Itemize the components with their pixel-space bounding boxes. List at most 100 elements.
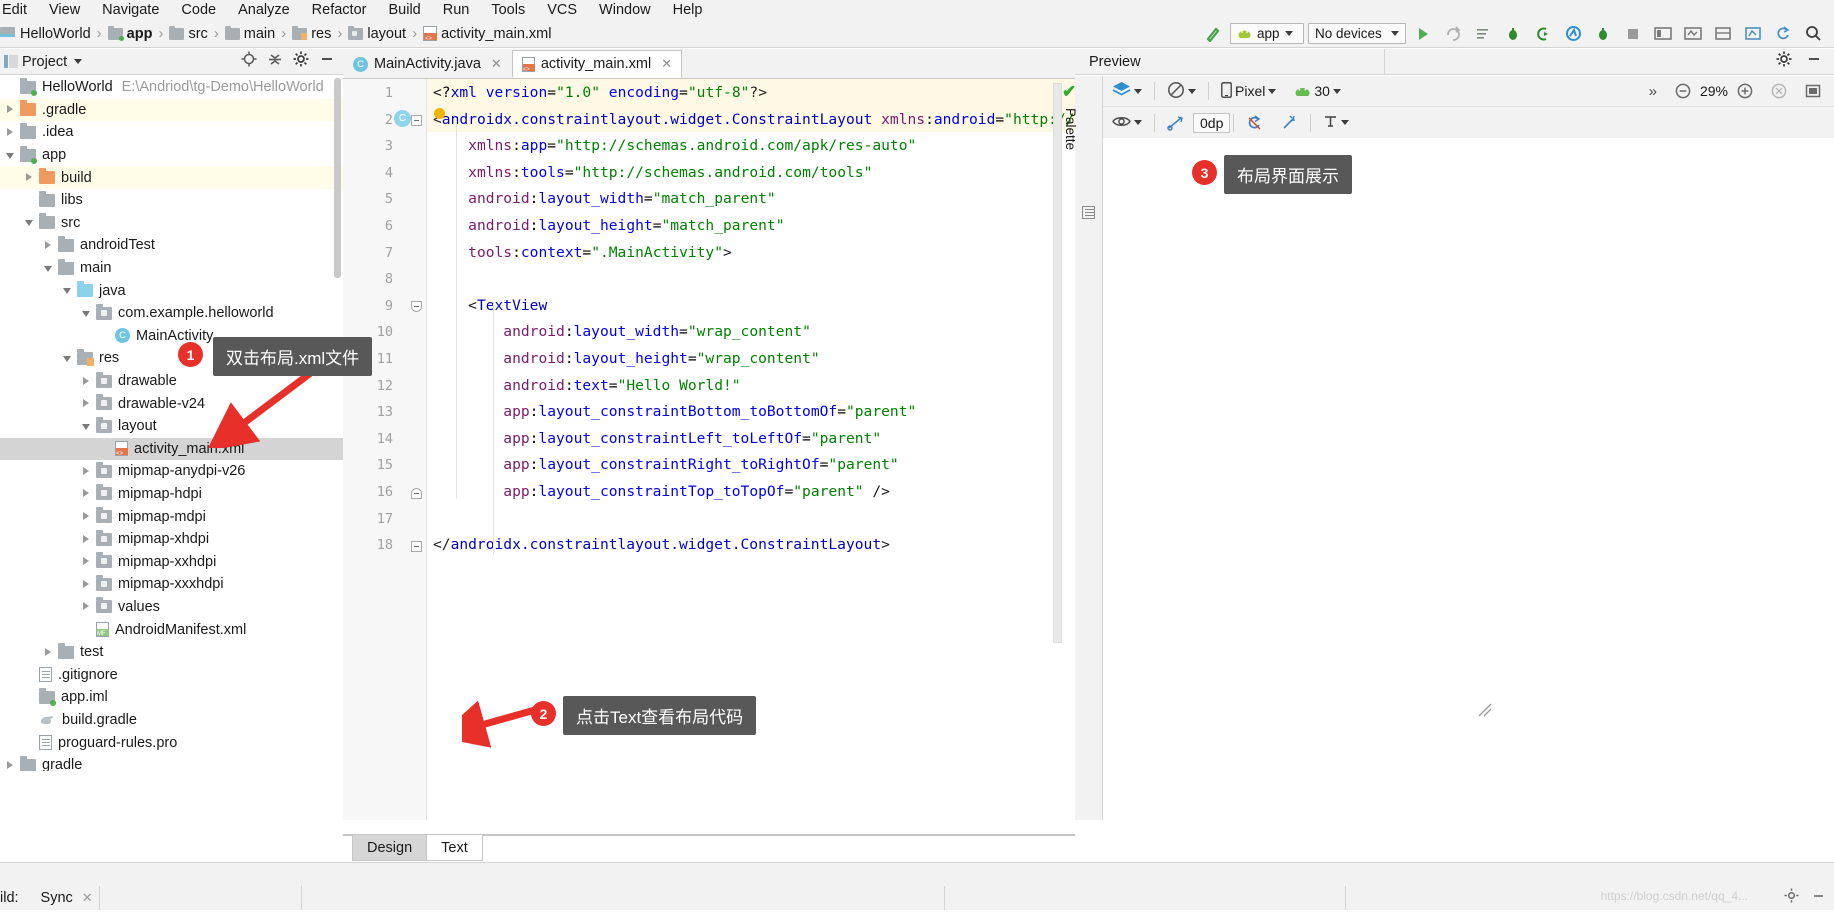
- api-level-selector[interactable]: 30: [1285, 83, 1350, 99]
- collapse-all-icon[interactable]: [267, 51, 283, 72]
- code-line[interactable]: android:layout_height="wrap_content": [433, 346, 819, 373]
- chevron-right-icon[interactable]: [6, 760, 15, 770]
- chevron-right-icon[interactable]: [44, 240, 53, 250]
- tab-design[interactable]: Design: [352, 835, 428, 861]
- chevron-down-icon[interactable]: [74, 59, 83, 64]
- design-mode-selector[interactable]: [1103, 81, 1151, 101]
- code-line[interactable]: <TextView: [433, 293, 547, 320]
- tree-item-app[interactable]: app: [0, 144, 343, 167]
- tree-item-app-iml[interactable]: app.iml: [0, 686, 343, 709]
- tree-item-libs[interactable]: libs: [0, 189, 343, 212]
- sdk-tools-icon[interactable]: [1680, 22, 1706, 46]
- orientation-selector[interactable]: [1158, 81, 1205, 102]
- code-line[interactable]: xmlns:tools="http://schemas.android.com/…: [433, 160, 872, 187]
- visibility-selector[interactable]: [1103, 115, 1151, 131]
- chevron-down-icon[interactable]: [6, 151, 15, 160]
- tree-item-mipmap-xhdpi[interactable]: mipmap-xhdpi: [0, 528, 343, 551]
- menu-item-tools[interactable]: Tools: [480, 0, 536, 20]
- preview-canvas[interactable]: Hello World!: [1103, 138, 1834, 820]
- chevron-right-icon[interactable]: [82, 399, 91, 408]
- menu-item-view[interactable]: View: [38, 0, 91, 20]
- chevron-right-icon[interactable]: [82, 557, 91, 566]
- editor-tab-mainactivity-java[interactable]: C MainActivity.java ✕: [343, 50, 512, 78]
- zoom-fit-icon[interactable]: [1762, 83, 1796, 99]
- zoom-out-icon[interactable]: [1666, 83, 1700, 99]
- tree-item--gitignore[interactable]: .gitignore: [0, 663, 343, 686]
- menu-item-analyze[interactable]: Analyze: [227, 0, 301, 20]
- code-line[interactable]: xmlns:app="http://schemas.android.com/ap…: [433, 133, 916, 160]
- code-line[interactable]: app:layout_constraintBottom_toBottomOf="…: [433, 399, 916, 426]
- palette-strip[interactable]: Palette: [1063, 76, 1103, 820]
- project-scrollbar[interactable]: [334, 78, 341, 278]
- tree-item-com-example-helloworld[interactable]: com.example.helloworld: [0, 302, 343, 325]
- debug-icon[interactable]: [1500, 22, 1526, 46]
- sync-tab[interactable]: Sync ✕: [19, 890, 93, 906]
- code-line[interactable]: android:layout_width="wrap_content": [433, 319, 811, 346]
- menu-item-refactor[interactable]: Refactor: [301, 0, 378, 20]
- hide-icon[interactable]: [1806, 51, 1822, 72]
- avd-manager-icon[interactable]: [1650, 22, 1676, 46]
- menu-item-vcs[interactable]: VCS: [536, 0, 588, 20]
- breadcrumb-item-activity-main-xml[interactable]: activity_main.xml: [423, 26, 551, 42]
- attach-debugger-icon[interactable]: [1530, 22, 1556, 46]
- tree-item-build-gradle[interactable]: build.gradle: [0, 709, 343, 732]
- chevron-right-icon[interactable]: [82, 602, 91, 611]
- code-line[interactable]: <androidx.constraintlayout.widget.Constr…: [433, 107, 1110, 134]
- chevron-right-icon[interactable]: [6, 105, 15, 114]
- apply-changes-icon[interactable]: [1440, 22, 1466, 46]
- tree-item-androidmanifest-xml[interactable]: AndroidManifest.xml: [0, 618, 343, 641]
- gear-icon[interactable]: [1776, 51, 1792, 72]
- menu-item-edit[interactable]: Edit: [2, 0, 38, 20]
- tree-item-build[interactable]: build: [0, 166, 343, 189]
- align-selector[interactable]: [1314, 114, 1358, 132]
- gear-icon[interactable]: [1784, 888, 1799, 908]
- tree-item-androidtest[interactable]: androidTest: [0, 234, 343, 257]
- code-line[interactable]: tools:context=".MainActivity">: [433, 240, 732, 267]
- chevron-right-icon[interactable]: [44, 647, 53, 657]
- intention-bulb-icon[interactable]: [434, 108, 445, 119]
- breadcrumb-item-src[interactable]: src: [169, 25, 208, 42]
- chevron-right-icon[interactable]: [6, 127, 15, 137]
- tree-item-gradle[interactable]: gradle: [0, 754, 343, 771]
- chevron-down-icon[interactable]: [25, 218, 34, 227]
- fold-marker-icon[interactable]: [411, 115, 422, 126]
- chevron-right-icon[interactable]: [25, 173, 34, 182]
- profiler-icon[interactable]: [1560, 22, 1586, 46]
- tree-item-helloworld[interactable]: HelloWorld E:\Andriod\tg-Demo\HelloWorld: [0, 76, 343, 99]
- hide-icon[interactable]: [1811, 888, 1826, 908]
- hide-icon[interactable]: [319, 51, 335, 72]
- menu-item-code[interactable]: Code: [170, 0, 227, 20]
- close-icon[interactable]: ✕: [661, 56, 672, 72]
- hammer-icon[interactable]: [1200, 22, 1226, 46]
- zoom-actual-icon[interactable]: [1796, 83, 1834, 99]
- code-line[interactable]: </androidx.constraintlayout.widget.Const…: [433, 532, 890, 559]
- chevron-right-icon[interactable]: [82, 376, 91, 386]
- menu-item-build[interactable]: Build: [377, 0, 431, 20]
- margin-value[interactable]: 0dp: [1193, 112, 1231, 133]
- chevron-right-icon[interactable]: [82, 579, 91, 589]
- overflow-icon[interactable]: »: [1640, 83, 1666, 100]
- tree-item-mipmap-xxhdpi[interactable]: mipmap-xxhdpi: [0, 550, 343, 573]
- tree-item-java[interactable]: java: [0, 279, 343, 302]
- chevron-down-icon[interactable]: [82, 309, 91, 318]
- menu-item-navigate[interactable]: Navigate: [91, 0, 170, 20]
- project-structure-icon[interactable]: [1740, 22, 1766, 46]
- code-line[interactable]: app:layout_constraintRight_toRightOf="pa…: [433, 452, 898, 479]
- code-line[interactable]: app:layout_constraintLeft_toLeftOf="pare…: [433, 426, 881, 453]
- close-icon[interactable]: ✕: [491, 56, 502, 72]
- code-line[interactable]: <?xml version="1.0" encoding="utf-8"?>: [433, 80, 767, 107]
- apply-code-changes-icon[interactable]: [1470, 22, 1496, 46]
- tree-item-mipmap-xxxhdpi[interactable]: mipmap-xxxhdpi: [0, 573, 343, 596]
- code-line[interactable]: app:layout_constraintTop_toTopOf="parent…: [433, 479, 890, 506]
- locate-icon[interactable]: [241, 51, 257, 72]
- tree-item-mipmap-anydpi-v26[interactable]: mipmap-anydpi-v26: [0, 460, 343, 483]
- breadcrumb-item-main[interactable]: main: [224, 25, 275, 42]
- layout-inspector-icon[interactable]: [1710, 22, 1736, 46]
- chevron-right-icon[interactable]: [82, 512, 91, 521]
- breadcrumb-item-helloworld[interactable]: HelloWorld: [0, 25, 91, 42]
- chevron-down-icon[interactable]: [82, 422, 91, 431]
- code-line[interactable]: android:layout_width="match_parent": [433, 186, 776, 213]
- tree-item--gradle[interactable]: .gradle: [0, 98, 343, 122]
- chevron-right-icon[interactable]: [82, 466, 91, 476]
- close-icon[interactable]: ✕: [82, 890, 93, 906]
